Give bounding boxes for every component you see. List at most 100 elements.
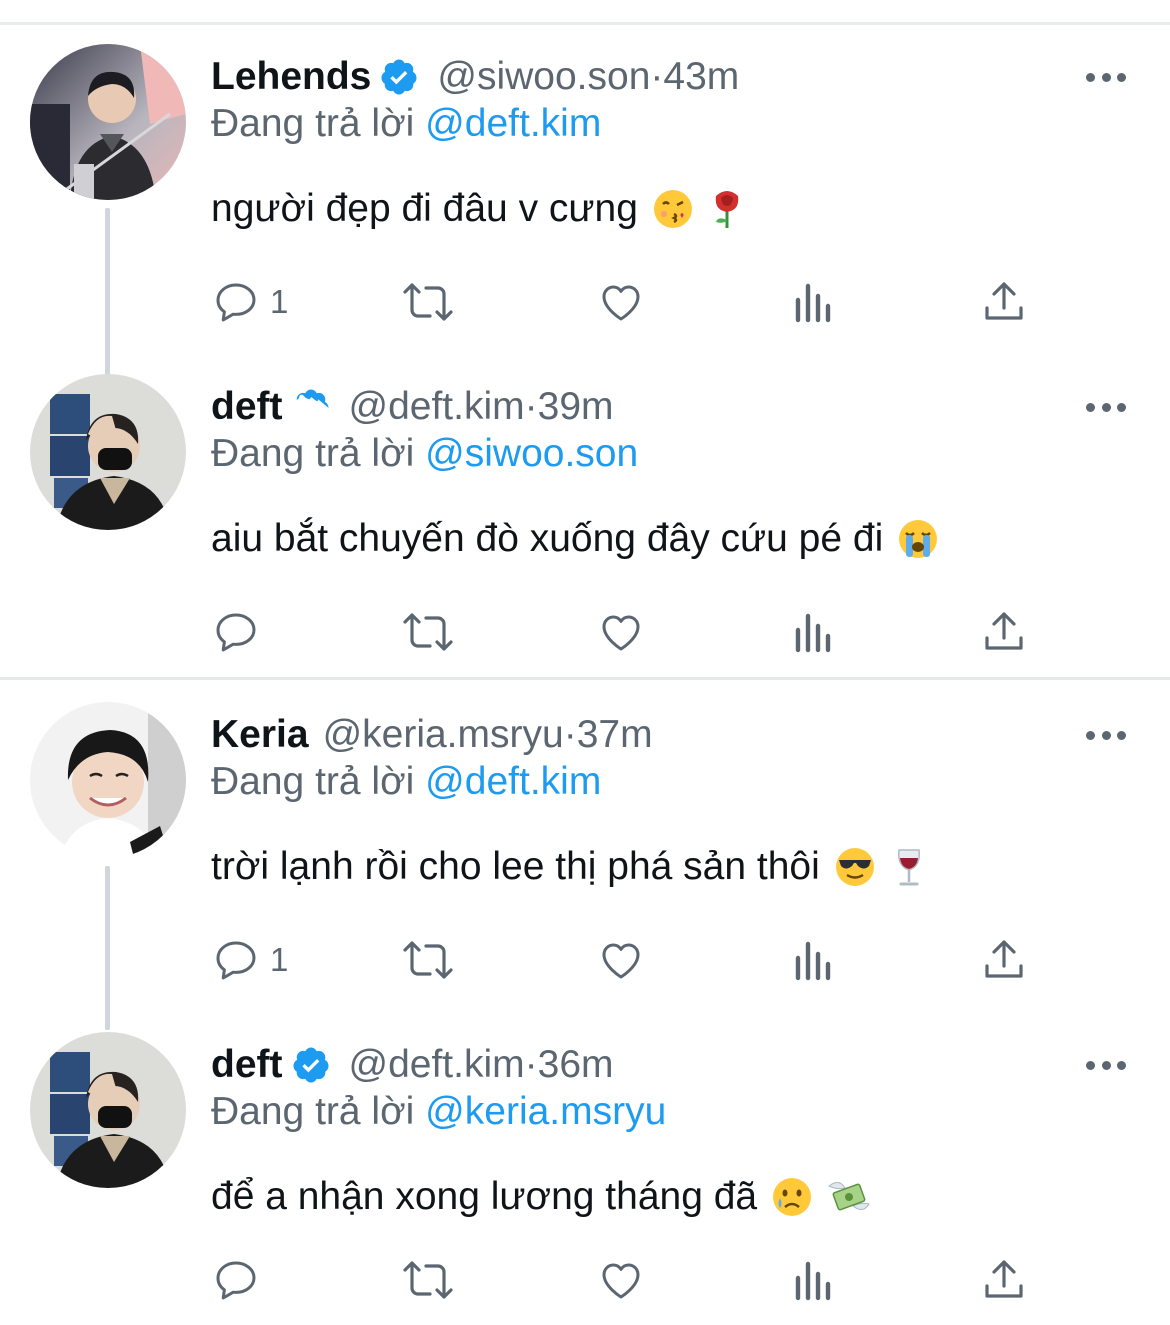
share-icon: [985, 940, 1023, 978]
handle[interactable]: @deft.kim: [349, 385, 525, 429]
reply-icon: [216, 283, 256, 322]
mention-link[interactable]: @deft.kim: [425, 760, 601, 803]
analytics-button[interactable]: [792, 607, 832, 657]
analytics-button[interactable]: [792, 935, 832, 985]
tweet-actions: [212, 1255, 1042, 1305]
replying-to-label: Đang trả lời: [211, 1090, 415, 1133]
analytics-icon: [795, 283, 831, 323]
retweet-icon: [403, 1261, 453, 1299]
like-icon: [602, 1263, 640, 1299]
timestamp[interactable]: 36m: [538, 1043, 614, 1087]
retweet-button[interactable]: [400, 607, 456, 657]
retweet-icon: [403, 613, 453, 651]
tweet-header: Keria @keria.msryu · 37m: [211, 710, 653, 760]
money-with-wings-emoji: [825, 1176, 870, 1218]
timestamp[interactable]: 39m: [538, 385, 614, 429]
reply-button[interactable]: 1: [212, 277, 288, 327]
retweet-icon: [403, 941, 453, 979]
tweet-text: aiu bắt chuyến đò xuống đây cứu pé đi: [211, 517, 939, 561]
thread-1: Lehends @siwoo.son · 43m Đang trả lời @d…: [0, 22, 1170, 677]
handle[interactable]: @deft.kim: [349, 1043, 525, 1087]
tweet[interactable]: deft @deft.kim · 36m Đang trả lời @keria…: [0, 1010, 1170, 1325]
tweet-header: Lehends @siwoo.son · 43m: [211, 52, 739, 102]
retweet-button[interactable]: [400, 277, 456, 327]
tweet-header: deft @deft.kim · 39m: [211, 382, 614, 432]
share-icon: [985, 612, 1023, 650]
timestamp[interactable]: 37m: [577, 713, 653, 757]
display-name[interactable]: deft: [211, 1043, 283, 1087]
tweet-text: người đẹp đi đâu v cưng: [211, 187, 748, 231]
reply-icon: [216, 613, 256, 652]
display-name[interactable]: Lehends: [211, 55, 371, 99]
retweet-button[interactable]: [400, 935, 456, 985]
like-icon: [602, 285, 640, 321]
share-button[interactable]: [980, 277, 1028, 327]
crying-face-emoji: [771, 1176, 813, 1218]
reply-icon: [216, 941, 256, 980]
handle[interactable]: @siwoo.son: [437, 55, 650, 99]
loudly-crying-face-emoji: [897, 518, 939, 560]
analytics-icon: [795, 613, 831, 653]
tweet-body: người đẹp đi đâu v cưng: [211, 187, 638, 230]
reply-button[interactable]: 1: [212, 935, 288, 985]
separator: ·: [650, 55, 664, 98]
reply-count: 1: [270, 941, 289, 978]
replying-to-label: Đang trả lời: [211, 760, 415, 803]
like-button[interactable]: [596, 277, 646, 327]
replying-to-label: Đang trả lời: [211, 102, 415, 145]
share-button[interactable]: [980, 607, 1028, 657]
like-button[interactable]: [596, 935, 646, 985]
thread-2: Keria @keria.msryu · 37m Đang trả lời @d…: [0, 680, 1170, 1325]
reply-count: 1: [270, 283, 289, 320]
retweet-button[interactable]: [400, 1255, 456, 1305]
avatar[interactable]: [30, 702, 186, 858]
mention-link[interactable]: @deft.kim: [425, 102, 601, 145]
like-icon: [602, 615, 640, 651]
share-button[interactable]: [980, 1255, 1028, 1305]
tweet-actions: 1: [212, 277, 1042, 327]
separator: ·: [524, 385, 538, 428]
kissing-face-emoji: [652, 188, 694, 230]
share-icon: [985, 282, 1023, 320]
mention-link[interactable]: @keria.msryu: [425, 1090, 666, 1133]
separator: ·: [563, 713, 577, 756]
tweet-text: để a nhận xong lương tháng đã: [211, 1175, 870, 1219]
display-name[interactable]: deft: [211, 385, 283, 429]
like-button[interactable]: [596, 607, 646, 657]
timestamp[interactable]: 43m: [663, 55, 739, 99]
analytics-icon: [795, 941, 831, 981]
handle[interactable]: @keria.msryu: [323, 713, 564, 757]
more-icon[interactable]: [1086, 70, 1126, 84]
verified-badge-icon: [291, 1045, 331, 1085]
reply-button[interactable]: [212, 1255, 270, 1305]
tweet-actions: [212, 607, 1042, 657]
tweet-text: trời lạnh rồi cho lee thị phá sản thôi: [211, 845, 930, 889]
tweet-body: aiu bắt chuyến đò xuống đây cứu pé đi: [211, 517, 884, 560]
analytics-icon: [795, 1261, 831, 1301]
avatar[interactable]: [30, 44, 186, 200]
more-icon[interactable]: [1086, 1058, 1126, 1072]
more-icon[interactable]: [1086, 728, 1126, 742]
share-button[interactable]: [980, 935, 1028, 985]
tweet-body: trời lạnh rồi cho lee thị phá sản thôi: [211, 845, 820, 888]
separator: ·: [524, 1043, 538, 1086]
tweet[interactable]: Lehends @siwoo.son · 43m Đang trả lời @d…: [0, 22, 1170, 352]
rose-emoji: [706, 188, 748, 230]
avatar[interactable]: [30, 1032, 186, 1188]
tweet[interactable]: deft @deft.kim · 39m Đang trả lời @siwoo…: [0, 352, 1170, 682]
tweet[interactable]: Keria @keria.msryu · 37m Đang trả lời @d…: [0, 680, 1170, 1010]
more-icon[interactable]: [1086, 400, 1126, 414]
avatar[interactable]: [30, 374, 186, 530]
analytics-button[interactable]: [792, 1255, 832, 1305]
like-button[interactable]: [596, 1255, 646, 1305]
tweet-header: deft @deft.kim · 36m: [211, 1040, 614, 1090]
share-icon: [985, 1260, 1023, 1298]
reply-button[interactable]: [212, 607, 270, 657]
replying-to: Đang trả lời @deft.kim: [211, 760, 601, 804]
tweet-actions: 1: [212, 935, 1042, 985]
verified-badge-icon: [291, 387, 331, 427]
mention-link[interactable]: @siwoo.son: [425, 432, 638, 475]
display-name[interactable]: Keria: [211, 713, 309, 757]
analytics-button[interactable]: [792, 277, 832, 327]
reply-icon: [216, 1261, 256, 1300]
